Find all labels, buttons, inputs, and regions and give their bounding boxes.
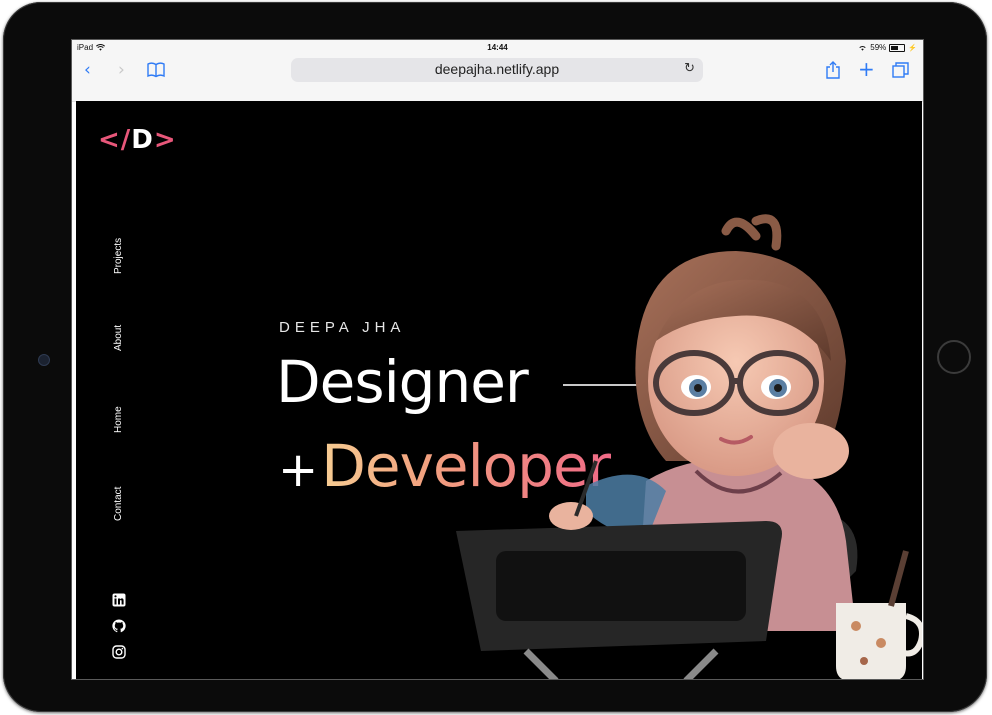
share-icon[interactable] (825, 61, 841, 79)
instagram-icon[interactable] (112, 645, 126, 659)
back-icon[interactable]: ‹ (84, 59, 91, 81)
nav-about[interactable]: About (113, 325, 124, 351)
nav-home[interactable]: Home (113, 406, 124, 433)
status-time: 14:44 (487, 43, 508, 52)
battery-percent: 59% (870, 43, 887, 52)
address-bar[interactable]: deepajha.netlify.app ↻ (291, 58, 703, 82)
nav-contact[interactable]: Contact (113, 487, 124, 521)
url-text: deepajha.netlify.app (434, 61, 560, 77)
reload-icon[interactable]: ↻ (684, 61, 695, 76)
logo-slash: / (120, 125, 132, 155)
logo-letter: D (131, 125, 154, 155)
site-logo[interactable]: </D> (98, 125, 177, 155)
forward-icon[interactable]: › (118, 59, 125, 81)
plus-sign: + (278, 442, 318, 498)
linkedin-icon[interactable] (112, 593, 126, 607)
charging-icon: ⚡ (908, 44, 917, 52)
github-icon[interactable] (112, 619, 126, 633)
screen: iPad 14:44 59% ⚡ ‹ › deepajha.netlify.ap… (71, 39, 924, 680)
logo-bracket-left: < (98, 125, 121, 155)
front-camera (38, 354, 50, 366)
home-button[interactable] (937, 340, 971, 374)
logo-bracket-right: > (153, 125, 177, 155)
wifi-icon (859, 45, 866, 51)
hero-name: DEEPA JHA (279, 319, 406, 336)
portfolio-page: </D> Projects About Home Contact DEEPA J… (76, 101, 922, 679)
status-bar: iPad 14:44 59% ⚡ (72, 40, 923, 55)
battery-icon (889, 43, 906, 52)
developer-illustration (456, 214, 922, 679)
new-tab-icon[interactable]: + (858, 58, 875, 80)
bookmarks-icon[interactable] (147, 62, 165, 78)
tabs-icon[interactable] (892, 62, 909, 78)
nav-projects[interactable]: Projects (113, 238, 124, 274)
ipad-frame: iPad 14:44 59% ⚡ ‹ › deepajha.netlify.ap… (3, 2, 987, 712)
browser-toolbar: ‹ › deepajha.netlify.app ↻ + (72, 55, 923, 102)
